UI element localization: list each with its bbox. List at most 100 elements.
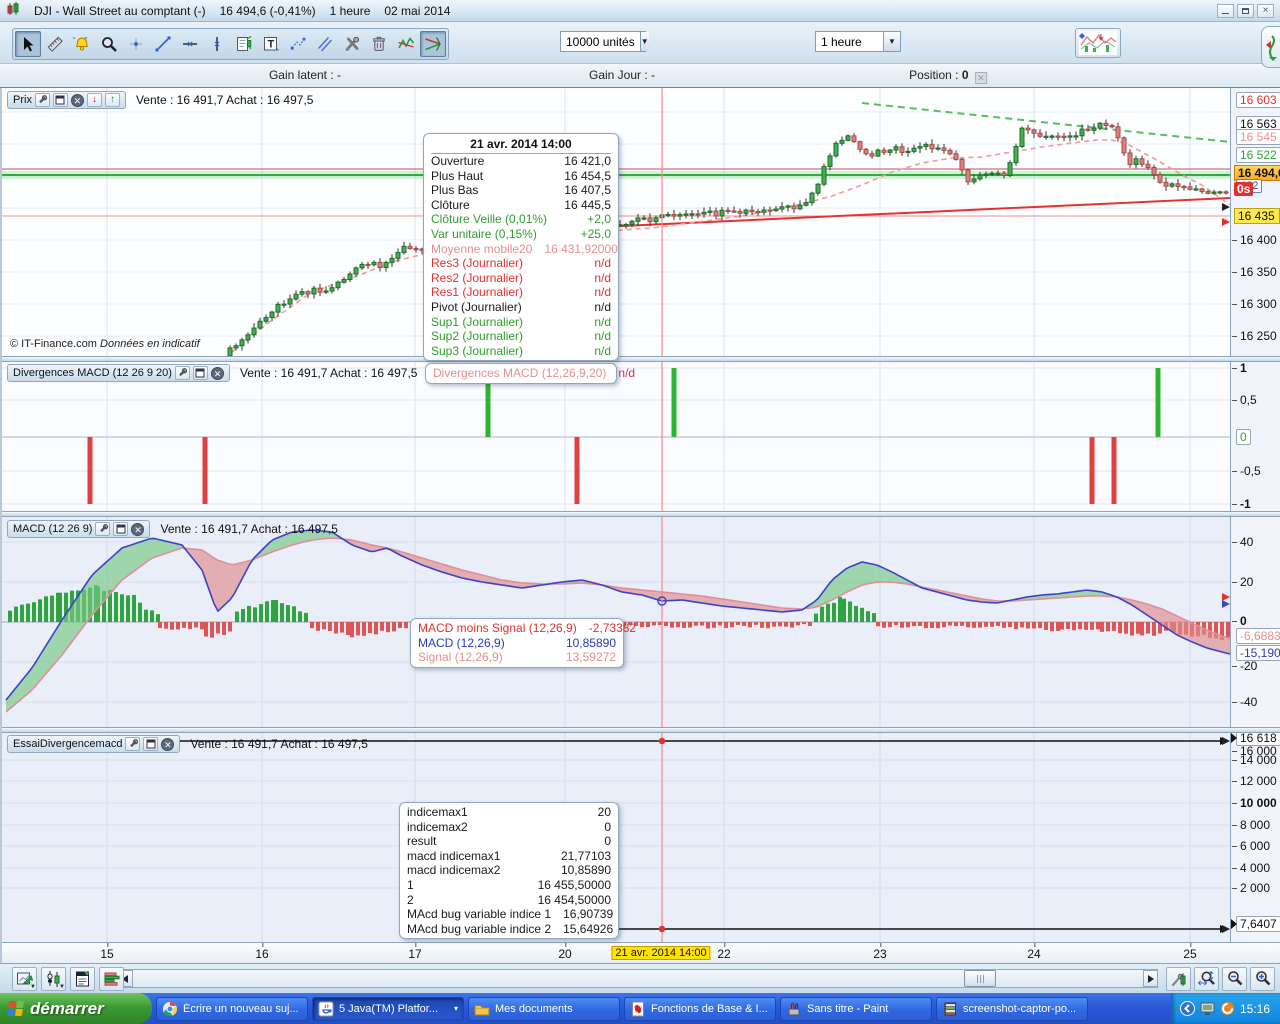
taskbar-item[interactable]: Écrire un nouveau suj... xyxy=(156,996,308,1021)
tooltip-row: Var unitaire (0,15%) +25,0 xyxy=(431,226,611,241)
chart-mode-button[interactable] xyxy=(1075,28,1121,58)
parallel-tool-button[interactable] xyxy=(312,31,338,57)
panel-splitter[interactable] xyxy=(2,511,1280,517)
zigzag-icon xyxy=(290,37,306,50)
alarm-tool-button[interactable]: “” xyxy=(69,31,95,57)
panel-close-button[interactable]: ✕ xyxy=(161,737,175,751)
pattern-icon xyxy=(398,37,415,49)
clock[interactable]: 15:16 xyxy=(1240,1002,1270,1016)
main-toolbar: “” T 10000 unités ▼ 1 heure ▼ xyxy=(0,22,1280,68)
indicators-tool-button[interactable] xyxy=(231,31,257,57)
hline-icon xyxy=(183,41,197,47)
news-button[interactable] xyxy=(70,967,95,991)
scale-label: 16 250 xyxy=(1232,329,1277,343)
candlestyle-button[interactable]: ▼ xyxy=(41,967,66,991)
window-date: 02 mai 2014 xyxy=(384,3,451,18)
taskbar-item[interactable]: 5 Java(TM) Platfor... ▾ xyxy=(312,996,464,1021)
trash-tool-button[interactable] xyxy=(366,31,392,57)
trendline-tool-button[interactable] xyxy=(150,31,176,57)
pointer-tool-button[interactable] xyxy=(15,31,41,57)
divergences-tooltip-label: Divergences MACD (12,26,9,20) xyxy=(433,366,607,380)
chart-mode-icon xyxy=(1079,31,1117,55)
browser-icon xyxy=(163,1001,178,1016)
scale-label: 1 xyxy=(1232,361,1247,375)
position-label: Position : 0 ✕ xyxy=(909,68,987,84)
text-tool-button[interactable]: T xyxy=(258,31,284,57)
panel-window-button[interactable] xyxy=(113,522,129,536)
tooltip-row: indicemax1 20 xyxy=(407,805,611,819)
chart-area[interactable]: Prix ✕ ↓ ↑ Vente : 16 491,7 Achat : 16 4… xyxy=(0,88,1280,963)
divergences-tooltip: Divergences MACD (12,26,9,20) n/d xyxy=(425,363,635,384)
chart-scrollbar[interactable] xyxy=(118,969,1158,988)
axis-label: 17 xyxy=(408,943,422,961)
hide-icons-icon[interactable] xyxy=(1179,1001,1195,1016)
sell-button[interactable]: ↓ xyxy=(86,93,102,107)
panel-settings-button[interactable] xyxy=(174,366,190,380)
scale-label: 16 435 xyxy=(1234,208,1280,224)
point-icon xyxy=(130,38,142,50)
panel-window-button[interactable] xyxy=(143,737,159,751)
chevron-down-icon[interactable]: ▼ xyxy=(883,32,900,51)
panel-close-button[interactable]: ✕ xyxy=(210,366,224,380)
restore-button[interactable] xyxy=(1237,3,1254,18)
units-dropdown[interactable]: 10000 unités ▼ xyxy=(560,31,649,52)
panel-settings-button[interactable] xyxy=(95,522,111,536)
window-quote: 16 494,6 (-0,41%) xyxy=(219,3,316,18)
zoomout-button[interactable] xyxy=(1222,967,1247,991)
zoomin-button[interactable] xyxy=(1250,967,1275,991)
vline-tool-button[interactable] xyxy=(204,31,230,57)
trash-icon xyxy=(373,36,385,51)
pointer-icon xyxy=(24,37,34,52)
tooltip-row: 2 16 454,50000 xyxy=(407,892,611,907)
svg-text:“: “ xyxy=(73,37,76,44)
text-icon: T xyxy=(264,37,279,51)
window-title: DJI - Wall Street au comptant (-) xyxy=(34,3,206,18)
panel-splitter[interactable] xyxy=(2,356,1280,362)
magnifier-tool-button[interactable] xyxy=(96,31,122,57)
panel-settings-button[interactable] xyxy=(34,93,50,107)
taskbar-item[interactable]: screenshot-captor-po... xyxy=(936,996,1088,1021)
axis-label: 25 xyxy=(1183,943,1197,961)
taskbar-item[interactable]: Sans titre - Paint xyxy=(780,996,932,1021)
zigzag-tool-button[interactable] xyxy=(285,31,311,57)
scale-label: 4 000 xyxy=(1232,861,1270,875)
panel-close-button[interactable]: ✕ xyxy=(131,522,145,536)
panel-splitter[interactable] xyxy=(2,727,1280,733)
chartstyle-button[interactable]: ▼ xyxy=(12,967,37,991)
chevron-down-icon[interactable]: ▼ xyxy=(639,32,649,51)
tooltip-row: Res3 (Journalier) n/d xyxy=(431,256,611,271)
panel-settings-button[interactable] xyxy=(125,737,141,751)
panel-window-button[interactable] xyxy=(192,366,208,380)
scrollbar-thumb[interactable] xyxy=(964,970,996,987)
volprofile-button[interactable] xyxy=(99,967,124,991)
tooltip-row: Ouverture 16 421,0 xyxy=(431,154,611,168)
scroll-right-icon[interactable] xyxy=(1143,970,1158,987)
taskbar-item[interactable]: Fonctions de Base & I... xyxy=(624,996,776,1021)
price-data-tooltip: 21 avr. 2014 14:00 Ouverture 16 421,0 Plus… xyxy=(423,133,619,362)
notes-icon xyxy=(944,1002,956,1015)
close-button[interactable]: × xyxy=(1257,3,1274,18)
start-button[interactable]: démarrer xyxy=(0,993,152,1024)
point-tool-button[interactable] xyxy=(123,31,149,57)
display-settings-icon[interactable] xyxy=(1200,1001,1215,1016)
pattern-tool-button[interactable] xyxy=(393,31,419,57)
period-dropdown[interactable]: 1 heure ▼ xyxy=(815,31,901,52)
axis-label: 15 xyxy=(100,943,114,961)
buy-button[interactable]: ↑ xyxy=(104,93,120,107)
zoomrange-button[interactable] xyxy=(1194,967,1219,991)
panel-window-button[interactable] xyxy=(52,93,68,107)
zoomout-icon xyxy=(1227,971,1242,986)
macd-quote: Vente : 16 491,7 Achat : 16 497,5 xyxy=(160,522,338,536)
divergence-tool-button[interactable] xyxy=(420,31,446,57)
ruler-tool-button[interactable] xyxy=(42,31,68,57)
panel-close-button[interactable]: ✕ xyxy=(70,93,84,107)
update-tray-icon[interactable] xyxy=(1220,1001,1235,1016)
settings-tool-button[interactable] xyxy=(339,31,365,57)
taskbar-item[interactable]: Mes documents xyxy=(468,996,620,1021)
hline-tool-button[interactable] xyxy=(177,31,203,57)
orders-side-tab[interactable] xyxy=(1261,26,1280,68)
position-close-icon[interactable]: ✕ xyxy=(974,72,987,84)
chartset-button[interactable] xyxy=(1166,967,1191,991)
minimize-button[interactable] xyxy=(1217,3,1234,18)
axis-highlighted-date: 21 avr. 2014 14:00 xyxy=(611,946,711,960)
